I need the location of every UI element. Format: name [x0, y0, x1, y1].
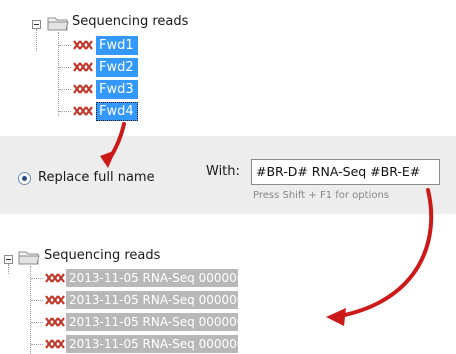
sequence-icon	[45, 295, 65, 305]
arrowhead-bottom-icon	[326, 308, 346, 326]
tree-connector	[59, 67, 71, 68]
tree-item-fwd1[interactable]: Fwd1	[96, 36, 138, 55]
sequence-icon	[73, 40, 93, 50]
tree-connector	[31, 322, 43, 323]
replace-full-name-radio[interactable]	[18, 172, 31, 185]
sequence-icon	[73, 62, 93, 72]
collapse-toggle-icon[interactable]	[4, 255, 13, 264]
tree-item-renamed-4[interactable]: 2013-11-05 RNA-Seq 0000004	[66, 335, 252, 353]
tree-connector	[31, 300, 43, 301]
folder-icon	[47, 17, 69, 31]
folder-icon	[18, 251, 40, 265]
tree-connector	[36, 29, 37, 51]
tree-connector	[59, 45, 71, 46]
with-input[interactable]: #BR-D# RNA-Seq #BR-E#	[251, 159, 440, 185]
replace-full-name-label[interactable]: Replace full name	[38, 170, 155, 185]
tree-item-fwd4[interactable]: Fwd4	[96, 102, 138, 121]
sequence-icon	[73, 84, 93, 94]
collapse-toggle-icon[interactable]	[32, 20, 41, 29]
tree-item-renamed-1[interactable]: 2013-11-05 RNA-Seq 0000001	[66, 269, 252, 287]
tree-item-fwd2[interactable]: Fwd2	[96, 58, 138, 77]
folder-label[interactable]: Sequencing reads	[44, 248, 160, 263]
tree-item-fwd3[interactable]: Fwd3	[96, 80, 138, 99]
tree-connector	[31, 344, 43, 345]
sequence-icon	[45, 317, 65, 327]
tree-connector	[59, 111, 71, 112]
sequence-icon	[73, 106, 93, 116]
tree-item-renamed-3[interactable]: 2013-11-05 RNA-Seq 0000003	[66, 313, 252, 331]
tree-connector	[8, 264, 9, 274]
sequence-icon	[45, 339, 65, 349]
with-label: With:	[206, 164, 240, 179]
tree-connector	[30, 266, 31, 354]
shortcut-hint: Press Shift + F1 for options	[253, 190, 390, 201]
folder-label[interactable]: Sequencing reads	[72, 14, 188, 29]
tree-connector	[59, 89, 71, 90]
tree-item-renamed-2[interactable]: 2013-11-05 RNA-Seq 0000002	[66, 291, 252, 309]
sequence-icon	[45, 273, 65, 283]
tree-connector	[31, 278, 43, 279]
